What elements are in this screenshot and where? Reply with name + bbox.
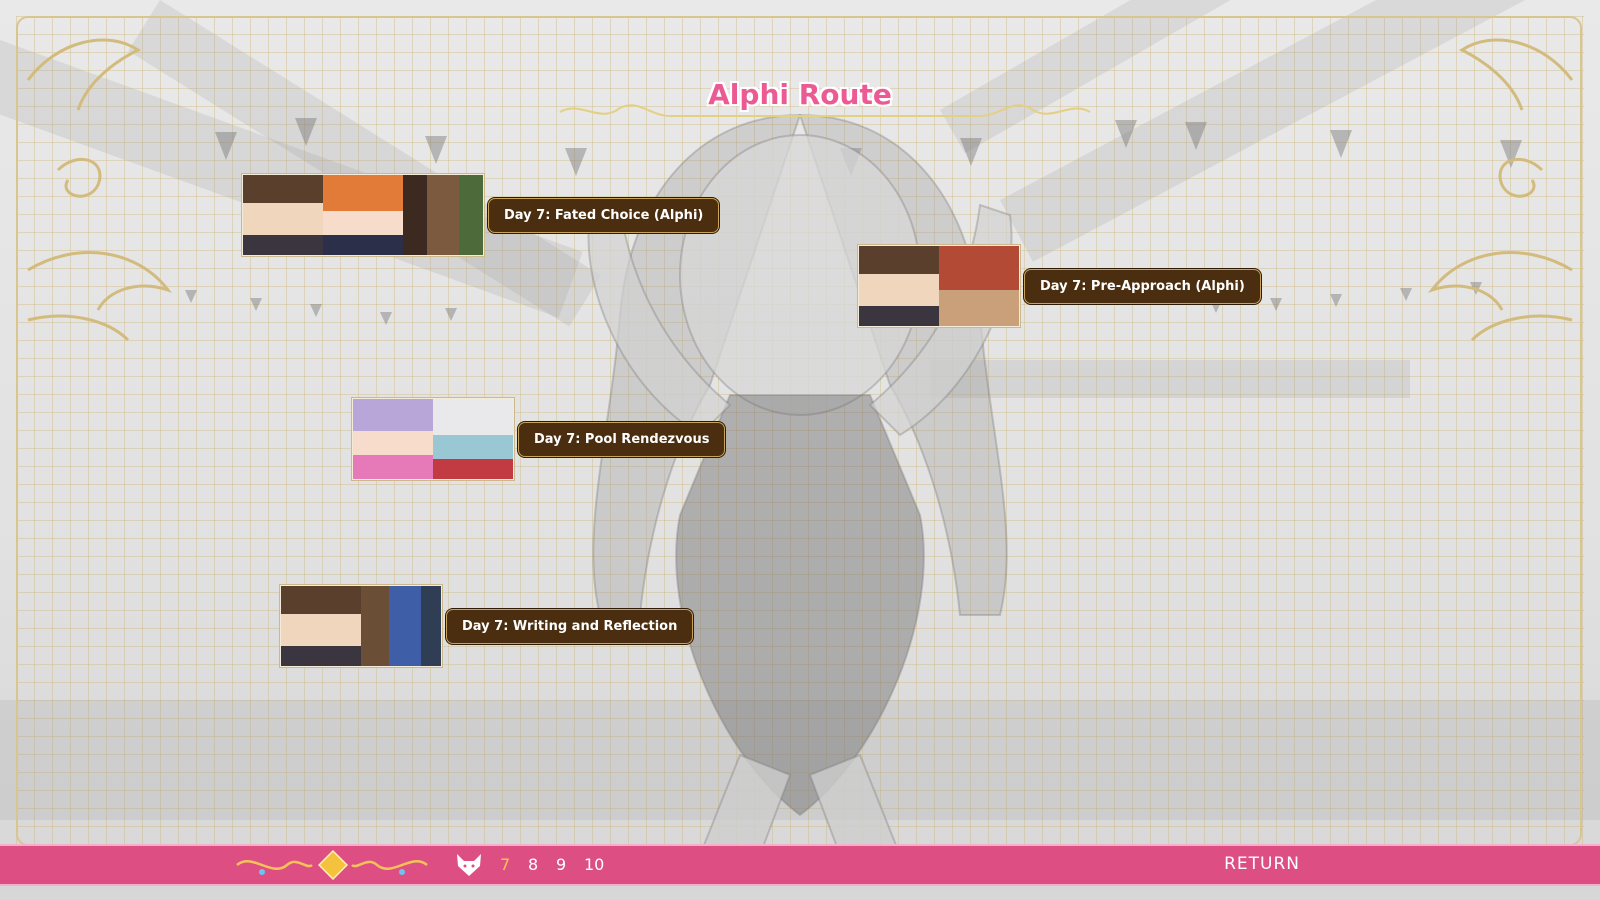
wolf-head-icon[interactable] (454, 852, 484, 878)
locker-room-scene (939, 246, 1019, 326)
day-9-tab[interactable]: 9 (556, 855, 566, 874)
scene-label[interactable]: Day 7: Pool Rendezvous (518, 421, 726, 457)
thumbnail-strip (242, 174, 484, 256)
purple-hair-girl-portrait (353, 399, 433, 479)
thumbnail-strip (280, 585, 442, 667)
male-protagonist-portrait (859, 246, 939, 326)
diamond-gem-icon[interactable] (318, 850, 348, 880)
room-interior-scene (403, 175, 483, 255)
day-10-tab[interactable]: 10 (584, 855, 604, 874)
route-title: Alphi Route (708, 78, 892, 111)
bedroom-desk-scene (361, 586, 441, 666)
indoor-pool-scene (433, 399, 513, 479)
return-button[interactable]: RETURN (1224, 854, 1300, 874)
background-scene (0, 0, 1600, 900)
male-protagonist-portrait (281, 586, 361, 666)
ornate-frame (16, 16, 1582, 846)
scene-label[interactable]: Day 7: Writing and Reflection (446, 608, 694, 644)
day-8-tab[interactable]: 8 (528, 855, 538, 874)
scene-label[interactable]: Day 7: Fated Choice (Alphi) (488, 197, 720, 233)
scene-node-writing-reflection[interactable]: Day 7: Writing and Reflection (280, 585, 694, 667)
scene-label[interactable]: Day 7: Pre-Approach (Alphi) (1024, 268, 1261, 304)
thumbnail-strip (858, 245, 1020, 327)
flourish-top-left (26, 38, 173, 342)
day-7-tab[interactable]: 7 (500, 855, 510, 874)
scene-node-pre-approach[interactable]: Day 7: Pre-Approach (Alphi) (858, 245, 1261, 327)
flourish-top-right (1427, 38, 1574, 342)
orange-hair-girl-portrait (323, 175, 403, 255)
scene-node-pool-rendezvous[interactable]: Day 7: Pool Rendezvous (352, 398, 726, 480)
bottom-navigation-bar: 7 8 9 10 RETURN (0, 844, 1600, 886)
thumbnail-strip (352, 398, 514, 480)
scene-node-fated-choice[interactable]: Day 7: Fated Choice (Alphi) (242, 174, 720, 256)
male-protagonist-portrait (243, 175, 323, 255)
